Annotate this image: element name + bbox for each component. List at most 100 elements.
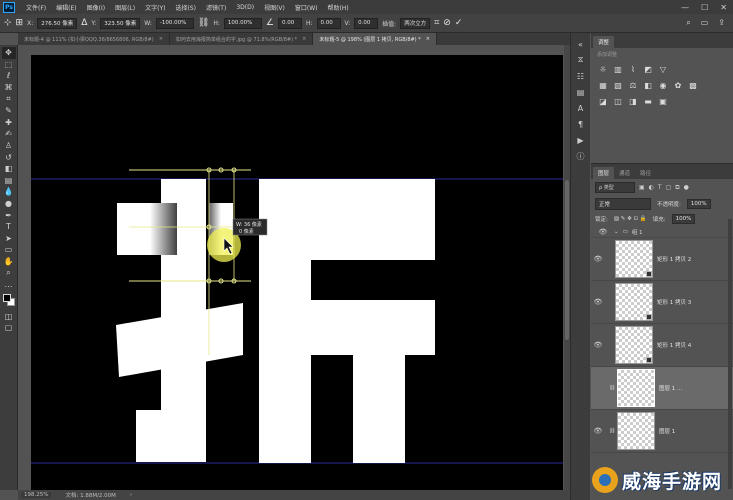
threshold-icon[interactable]: ◨ [628,96,638,106]
selective-color-icon[interactable]: ▣ [658,96,668,106]
vskew-field[interactable]: 0.00 [354,17,379,29]
maximize-icon[interactable]: ☐ [701,3,708,12]
menu-view[interactable]: 视图(V) [259,3,290,12]
layer-row[interactable]: 👁 ⛓ 图层 1 [591,410,733,453]
color-swatches[interactable] [2,293,16,307]
vibrance-icon[interactable]: ▦ [598,80,608,90]
close-icon[interactable]: × [426,36,430,42]
menu-3d[interactable]: 3D(D) [231,4,259,11]
pixel-filter-icon[interactable]: ▣ [639,184,645,191]
close-icon[interactable]: × [159,36,163,42]
screen-mode-icon[interactable]: ▢ [2,322,16,334]
reference-point-icon[interactable]: ⊞ [16,18,24,28]
tab-adjustments[interactable]: 调整 [593,36,615,48]
commit-transform-icon[interactable]: ✓ [455,18,463,28]
actions-icon[interactable]: ▶ [577,134,583,146]
expand-panels-icon[interactable]: « [578,38,583,50]
lock-icons[interactable]: ▨ ✎ ✥ ⊡ 🔒 [614,216,647,222]
visibility-eye-icon[interactable]: 👁 [591,298,605,306]
layer-name[interactable]: 图层 1 ... [659,384,682,392]
visibility-eye-icon[interactable]: 👁 [591,341,605,349]
exposure-icon[interactable]: ◩ [643,64,653,74]
menu-file[interactable]: 文件(F) [21,3,51,12]
menu-edit[interactable]: 编辑(E) [51,3,81,12]
path-select-tool-icon[interactable]: ➤ [2,233,16,245]
chevron-down-icon[interactable]: ⌄ [614,229,619,235]
marquee-tool-icon[interactable]: ⬚ [2,59,16,71]
mixer-icon[interactable]: ✿ [673,80,683,90]
invert-icon[interactable]: ◪ [598,96,608,106]
smart-filter-icon[interactable]: ⧉ [675,184,679,192]
shape-right-character[interactable] [259,179,435,463]
menu-help[interactable]: 帮助(H) [323,3,354,12]
brightness-icon[interactable]: ☼ [598,64,608,74]
gradient-tool-icon[interactable]: ▤ [2,175,16,187]
more-tools-icon[interactable]: … [2,279,16,291]
brush-tool-icon[interactable]: ✍ [2,128,16,140]
foreground-color-swatch[interactable] [2,294,11,303]
eraser-tool-icon[interactable]: ◧ [2,163,16,175]
crop-tool-icon[interactable]: ⌗ [2,93,16,105]
gradient-map-icon[interactable]: ▬ [643,96,653,106]
close-icon[interactable]: × [302,36,306,42]
properties-icon[interactable]: ☷ [577,70,584,82]
eyedropper-tool-icon[interactable]: ✎ [2,105,16,117]
character-icon[interactable]: A [578,102,583,114]
layer-row[interactable]: 👁 矩形 1 拷贝 3 [591,281,733,324]
width-field[interactable]: -100.00% [155,17,194,29]
history-icon[interactable]: ⧖ [578,54,584,66]
hue-icon[interactable]: ▧ [613,80,623,90]
layer-row[interactable]: 👁 矩形 1 拷贝 4 [591,324,733,367]
tab-channels[interactable]: 通道 [614,167,635,179]
menu-filter[interactable]: 滤镜(T) [201,3,231,12]
document-canvas[interactable]: W: 36 像素 0 像素 [31,55,563,490]
type-tool-icon[interactable]: T [2,221,16,233]
scrollbar-thumb[interactable] [565,180,569,340]
curves-icon[interactable]: ⌇ [628,64,638,74]
status-arrow-icon[interactable]: › [130,492,132,498]
y-field[interactable]: 323.50 像素 [100,17,141,29]
triangle-icon[interactable]: ▽ [658,64,668,74]
opacity-field[interactable]: 100% [686,199,711,209]
balance-icon[interactable]: ⚖ [628,80,638,90]
paragraph-icon[interactable]: ¶ [578,118,583,130]
share-icon[interactable]: ⇪ [718,18,725,28]
hskew-field[interactable]: 0.00 [316,17,341,29]
delta-icon[interactable]: Δ [81,18,87,28]
rectangle-tool-icon[interactable]: ▭ [2,244,16,256]
info-icon[interactable]: ⓘ [577,150,585,162]
menu-window[interactable]: 窗口(W) [290,3,323,12]
dodge-tool-icon[interactable]: ● [2,198,16,210]
layer-name[interactable]: 图层 1 [659,427,675,435]
layer-name[interactable]: 矩形 1 拷贝 3 [657,298,691,306]
shape-left-bar[interactable] [117,203,177,255]
adjustment-filter-icon[interactable]: ◐ [649,184,654,191]
layer-kind-filter[interactable]: ρ 类型 [595,182,635,193]
type-filter-icon[interactable]: T [658,184,662,191]
photo-filter-icon[interactable]: ◉ [658,80,668,90]
quick-mask-icon[interactable]: ◫ [2,310,16,322]
quick-select-tool-icon[interactable]: ⌘ [2,82,16,94]
lasso-tool-icon[interactable]: ℓ [2,70,16,82]
visibility-eye-icon[interactable]: 👁 [591,427,605,435]
menu-select[interactable]: 选择(S) [170,3,201,12]
blur-tool-icon[interactable]: 💧 [2,186,16,198]
healing-brush-tool-icon[interactable]: ✚ [2,117,16,129]
link-icon[interactable]: ⛓ [198,18,209,28]
tab-paths[interactable]: 路径 [635,167,656,179]
zoom-tool-icon[interactable]: ⌕ [2,267,16,279]
tab-layers[interactable]: 图层 [593,167,615,179]
layer-name[interactable]: 矩形 1 拷贝 2 [657,255,691,263]
levels-icon[interactable]: ▥ [613,64,623,74]
visibility-eye-icon[interactable]: 👁 [591,255,605,263]
layers-scrollbar[interactable] [728,219,732,489]
workspace-icon[interactable]: ▭ [701,18,709,28]
close-icon[interactable]: ✕ [720,3,727,12]
menu-image[interactable]: 图像(I) [82,3,110,12]
x-field[interactable]: 276.50 像素 [37,17,78,29]
warp-icon[interactable]: ⌗ [434,18,439,28]
minimize-icon[interactable]: — [681,3,689,12]
blend-mode-select[interactable]: 正常 [595,198,651,210]
hand-tool-icon[interactable]: ✋ [2,256,16,268]
shape-filter-icon[interactable]: ▢ [666,184,672,191]
